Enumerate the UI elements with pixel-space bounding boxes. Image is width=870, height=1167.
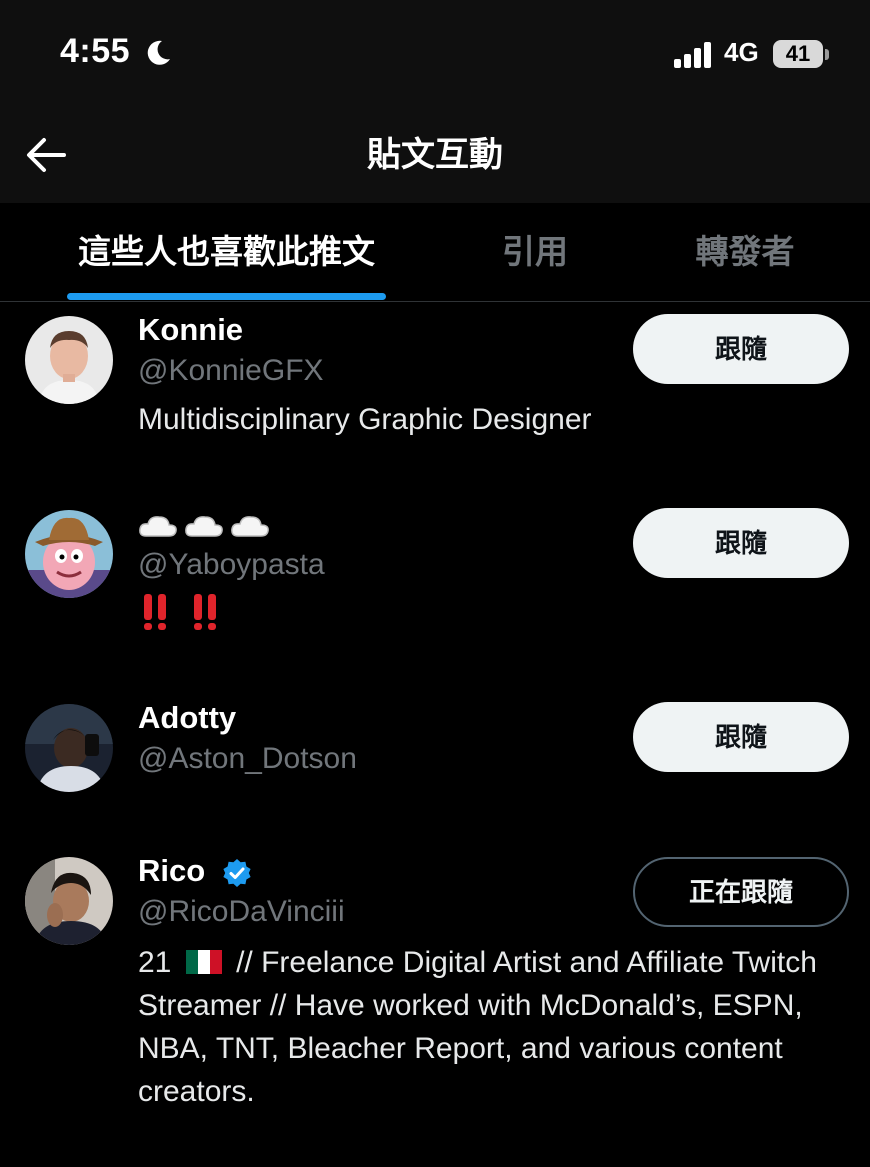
user-handle[interactable]: @KonnieGFX [138,354,324,388]
user-handle[interactable]: @Yaboypasta [138,548,325,582]
user-name[interactable]: Konnie [138,312,243,348]
network-type: 4G [724,37,759,67]
avatar[interactable] [25,316,113,404]
signal-icon [674,42,714,68]
avatar-image [25,316,113,404]
user-name-text: Rico [138,853,206,888]
avatar-image [25,510,113,598]
user-bio: ‼️‼️ [138,592,853,644]
status-bar: 4:55 4G 41 [0,0,870,110]
user-bio: 21 🇲🇽 // Freelance Digital Artist and Af… [138,941,853,1113]
user-name[interactable]: Adotty [138,700,236,736]
bio-age: 21 [138,946,172,979]
user-name[interactable]: Rico [138,853,252,889]
active-tab-indicator [67,293,386,300]
user-handle[interactable]: @RicoDaVinciii [138,895,345,929]
following-button[interactable]: 正在跟隨 [633,857,849,927]
page-title: 貼文互動 [367,136,503,174]
tab-quotes[interactable]: 引用 [470,203,600,301]
avatar-image [25,704,113,792]
bio-text: // Freelance Digital Artist and Affiliat… [138,946,817,1108]
avatar-image [25,857,113,945]
tab-bar: 這些人也喜歡此推文 引用 轉發者 [0,203,870,302]
user-name[interactable]: ☁️☁️☁️ [138,506,276,542]
follow-button[interactable]: 跟隨 [633,314,849,384]
user-bio: Multidisciplinary Graphic Designer [138,403,592,436]
follow-button[interactable]: 跟隨 [633,508,849,578]
battery-cap [825,49,829,60]
verified-badge-icon [223,858,251,887]
moon-icon [147,40,170,65]
header: 貼文互動 [0,110,870,203]
user-row-yaboypasta[interactable]: ☁️☁️☁️ @Yaboypasta ‼️‼️ 跟隨 [0,496,870,686]
user-handle[interactable]: @Aston_Dotson [138,742,357,776]
user-row-konnie[interactable]: Konnie @KonnieGFX Multidisciplinary Grap… [0,302,870,492]
tab-likes[interactable]: 這些人也喜歡此推文 [67,203,386,301]
battery-level: 41 [785,41,811,66]
back-arrow-icon[interactable] [22,134,70,176]
avatar[interactable] [25,510,113,598]
battery-icon: 41 [773,40,823,68]
mexico-flag-emoji: 🇲🇽 [185,950,222,974]
user-row-rico[interactable]: Rico @RicoDaVinciii 21 🇲🇽 // Freelance D… [0,843,870,1167]
user-row-adotty[interactable]: Adotty @Aston_Dotson 跟隨 [0,690,870,840]
status-time: 4:55 [60,32,131,70]
avatar[interactable] [25,704,113,792]
follow-button[interactable]: 跟隨 [633,702,849,772]
avatar[interactable] [25,857,113,945]
tab-retweets[interactable]: 轉發者 [660,203,830,301]
